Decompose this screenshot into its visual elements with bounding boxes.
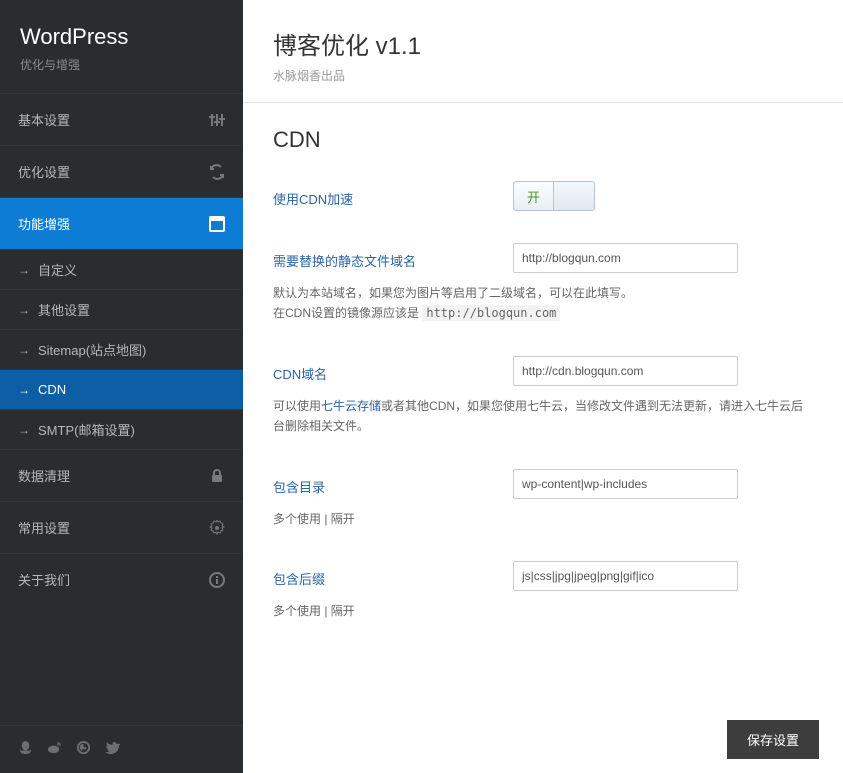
nav-sub-label: Sitemap(站点地图) (38, 340, 146, 359)
brand-title: WordPress (20, 24, 223, 50)
field-include-dirs: 包含目录 多个使用 | 隔开 (273, 469, 813, 529)
app-root: WordPress 优化与增强 基本设置 优化设置 功能增强 → 自定义 → (0, 0, 843, 773)
input-include-dirs[interactable] (513, 469, 738, 499)
arrow-right-icon: → (18, 263, 30, 277)
nav-sub-cdn[interactable]: → CDN (0, 369, 243, 409)
help-include-exts: 多个使用 | 隔开 (273, 601, 813, 621)
brand-subtitle: 优化与增强 (20, 56, 223, 73)
nav-sub-label: 其他设置 (38, 300, 90, 319)
sliders-icon (209, 112, 225, 128)
nav-sub-other[interactable]: → 其他设置 (0, 289, 243, 329)
refresh-icon (209, 164, 225, 180)
nav-label: 功能增强 (18, 214, 70, 233)
nav-sub-label: CDN (38, 382, 66, 397)
arrow-right-icon: → (18, 423, 30, 437)
nav-item-about[interactable]: 关于我们 (0, 553, 243, 605)
pinterest-icon[interactable] (76, 740, 91, 759)
nav-sub-custom[interactable]: → 自定义 (0, 249, 243, 289)
main: 博客优化 v1.1 水脉烟香出品 CDN 使用CDN加速 开 (243, 0, 843, 773)
nav-sub-label: 自定义 (38, 260, 77, 279)
nav-item-feature-enhance[interactable]: 功能增强 (0, 197, 243, 249)
label-cdn-domain: CDN域名 (273, 356, 513, 386)
nav-label: 数据清理 (18, 466, 70, 485)
nav-item-basic-settings[interactable]: 基本设置 (0, 93, 243, 145)
nav-item-data-clean[interactable]: 数据清理 (0, 449, 243, 501)
arrow-right-icon: → (18, 303, 30, 317)
arrow-right-icon: → (18, 343, 30, 357)
label-enable-cdn: 使用CDN加速 (273, 181, 513, 211)
link-qiniu[interactable]: 七牛云存储 (321, 399, 381, 413)
panel-icon (209, 216, 225, 232)
info-icon (209, 572, 225, 588)
qq-icon[interactable] (18, 740, 33, 759)
nav-label: 优化设置 (18, 162, 70, 181)
footer-social (0, 725, 243, 773)
label-include-exts: 包含后缀 (273, 561, 513, 591)
twitter-icon[interactable] (105, 740, 120, 759)
help-static-domain: 默认为本站域名，如果您为图片等启用了二级域名，可以在此填写。 在CDN设置的镜像… (273, 283, 813, 324)
help-cdn-domain: 可以使用七牛云存储或者其他CDN，如果您使用七牛云，当修改文件遇到无法更新，请进… (273, 396, 813, 437)
toggle-on-label: 开 (514, 182, 554, 210)
nav-sub-label: SMTP(邮箱设置) (38, 420, 135, 439)
nav-sub-smtp[interactable]: → SMTP(邮箱设置) (0, 409, 243, 449)
page-subtitle: 水脉烟香出品 (273, 67, 813, 84)
nav-label: 关于我们 (18, 570, 70, 589)
sidebar: WordPress 优化与增强 基本设置 优化设置 功能增强 → 自定义 → (0, 0, 243, 773)
brand: WordPress 优化与增强 (0, 0, 243, 93)
field-cdn-domain: CDN域名 可以使用七牛云存储或者其他CDN，如果您使用七牛云，当修改文件遇到无… (273, 356, 813, 437)
nav-sub-sitemap[interactable]: → Sitemap(站点地图) (0, 329, 243, 369)
label-include-dirs: 包含目录 (273, 469, 513, 499)
section-title: CDN (273, 127, 813, 153)
arrow-right-icon: → (18, 383, 30, 397)
field-enable-cdn: 使用CDN加速 开 (273, 181, 813, 211)
field-static-domain: 需要替换的静态文件域名 默认为本站域名，如果您为图片等启用了二级域名，可以在此填… (273, 243, 813, 324)
nav-label: 常用设置 (18, 518, 70, 537)
input-include-exts[interactable] (513, 561, 738, 591)
gear-icon (209, 520, 225, 536)
page-title: 博客优化 v1.1 (273, 26, 813, 61)
field-include-exts: 包含后缀 多个使用 | 隔开 (273, 561, 813, 621)
weibo-icon[interactable] (47, 740, 62, 759)
toggle-handle (554, 182, 594, 210)
nav-item-common-settings[interactable]: 常用设置 (0, 501, 243, 553)
page-header: 博客优化 v1.1 水脉烟香出品 (243, 0, 843, 103)
lock-icon (209, 468, 225, 484)
nav-item-optimize-settings[interactable]: 优化设置 (0, 145, 243, 197)
input-cdn-domain[interactable] (513, 356, 738, 386)
toggle-enable-cdn[interactable]: 开 (513, 181, 595, 211)
nav: 基本设置 优化设置 功能增强 → 自定义 → 其他设置 → Sitemap( (0, 93, 243, 725)
nav-label: 基本设置 (18, 110, 70, 129)
help-include-dirs: 多个使用 | 隔开 (273, 509, 813, 529)
save-button[interactable]: 保存设置 (727, 720, 819, 759)
code-origin-url: http://blogqun.com (422, 305, 560, 321)
save-bar: 保存设置 (243, 706, 843, 773)
input-static-domain[interactable] (513, 243, 738, 273)
content: CDN 使用CDN加速 开 需要替换的静态文件域名 (243, 103, 843, 773)
label-static-domain: 需要替换的静态文件域名 (273, 243, 513, 273)
